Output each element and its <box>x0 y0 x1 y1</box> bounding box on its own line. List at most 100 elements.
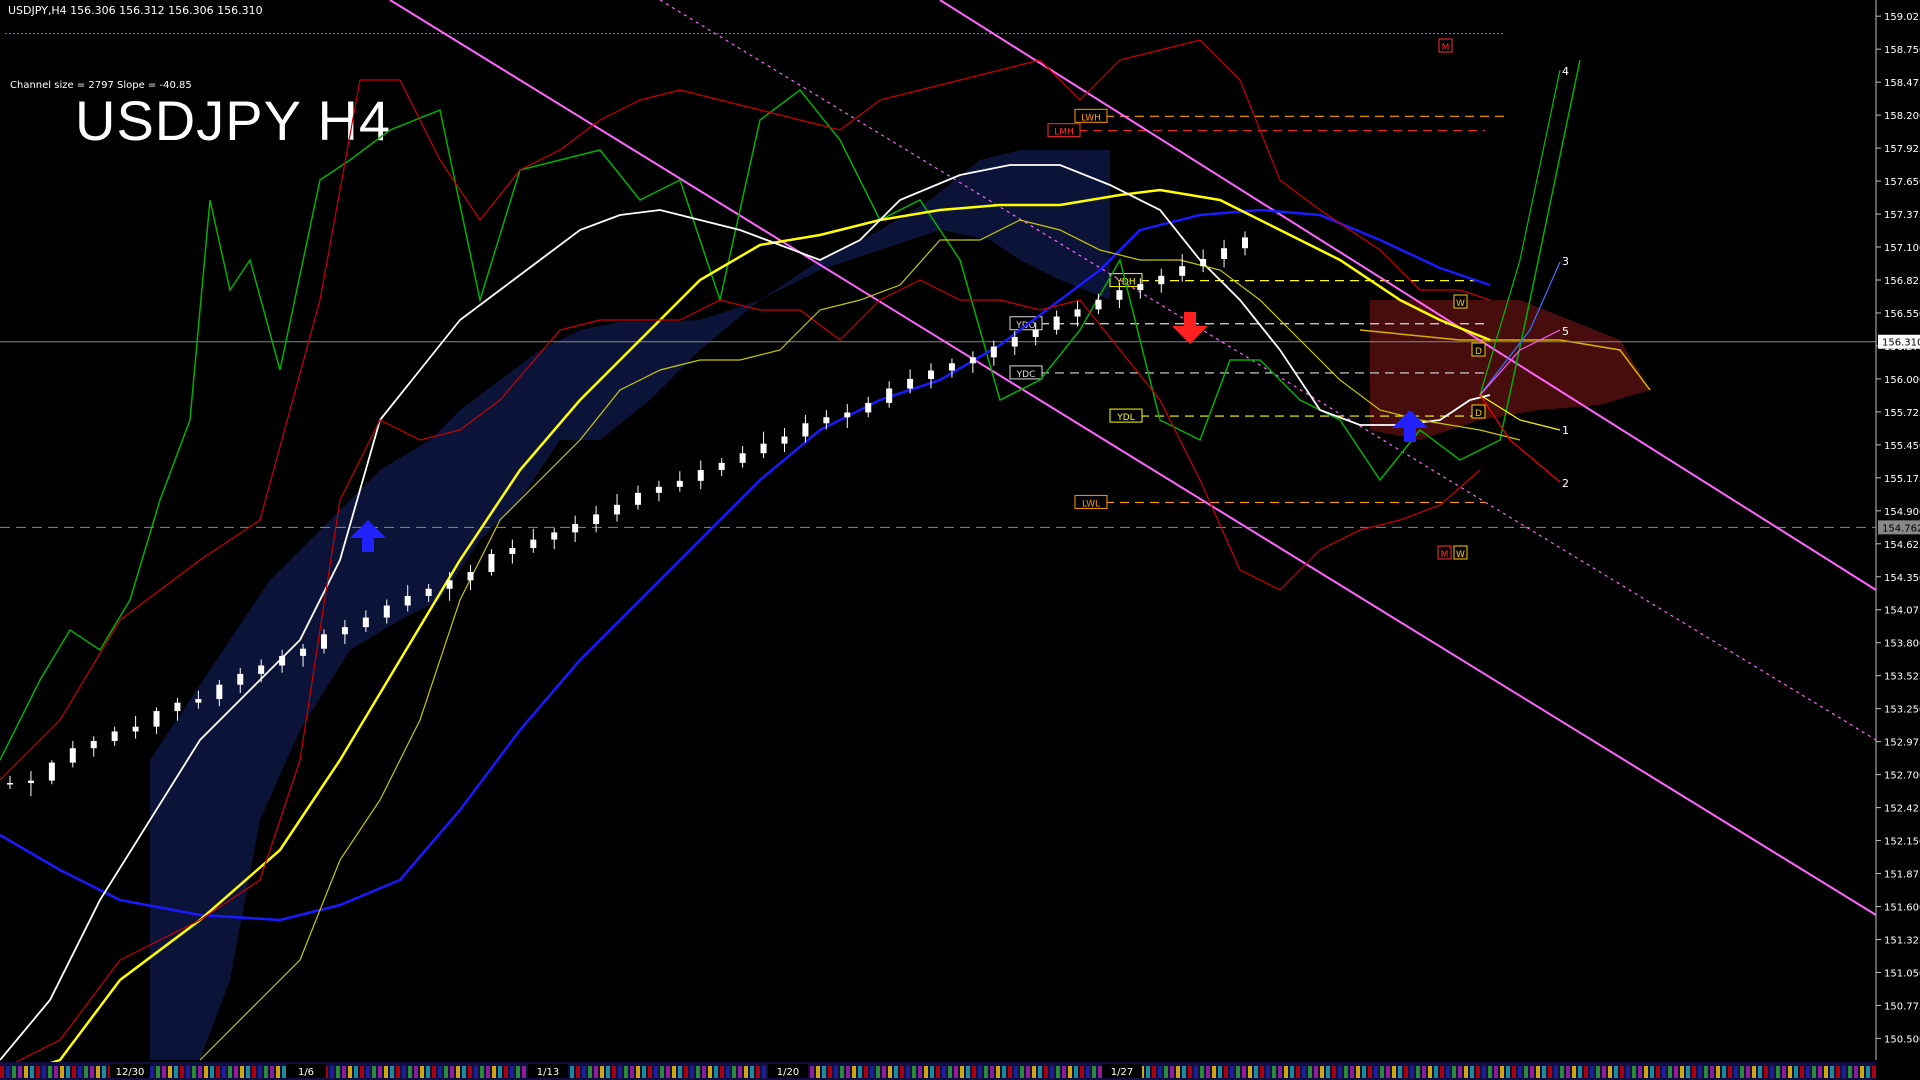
candle <box>153 707 160 734</box>
candle <box>1221 239 1228 268</box>
candle-body <box>865 402 872 413</box>
y-tick-label: 150.775 <box>1884 1001 1920 1012</box>
candle-body <box>1137 284 1144 291</box>
y-tick-label: 157.100 <box>1884 243 1920 254</box>
candle-body <box>1179 266 1186 276</box>
candle <box>132 715 139 739</box>
candle-body <box>1011 336 1018 347</box>
candle <box>27 771 34 797</box>
candle-body <box>362 617 369 628</box>
candle-body <box>802 423 809 437</box>
level-label-lwl: LWL <box>1082 499 1100 509</box>
candle-body <box>48 762 55 781</box>
candle-body <box>634 492 641 505</box>
marker-label: M <box>1442 43 1450 53</box>
x-tick-label: 12/30 <box>116 1067 145 1078</box>
candle-body <box>886 388 893 403</box>
candle-body <box>467 571 474 581</box>
candle-body <box>969 357 976 364</box>
y-tick-label: 157.375 <box>1884 210 1920 221</box>
candle <box>676 471 683 492</box>
candle <box>655 480 662 502</box>
y-tick-label: 152.975 <box>1884 738 1920 749</box>
candle <box>572 515 579 542</box>
x-tick-label: 1/20 <box>777 1067 799 1078</box>
candle-body <box>488 553 495 572</box>
candle <box>530 528 537 553</box>
candle <box>1095 293 1102 315</box>
candle-body <box>1053 316 1060 330</box>
y-tick-label: 157.650 <box>1884 177 1920 188</box>
candle-body <box>551 532 558 540</box>
candle <box>760 431 767 459</box>
ichimoku-cloud-bullish <box>150 150 1110 1060</box>
candle-body <box>1116 290 1123 300</box>
candle-body <box>572 524 579 533</box>
candle <box>781 428 788 453</box>
y-tick-label: 158.750 <box>1884 45 1920 56</box>
y-tick-label: 151.600 <box>1884 903 1920 914</box>
candle-body <box>928 370 935 379</box>
candle-body <box>655 486 662 493</box>
y-tick-label: 155.725 <box>1884 408 1920 419</box>
candle-body <box>341 627 348 635</box>
y-tick-label: 156.000 <box>1884 375 1920 386</box>
candle-body <box>948 363 955 371</box>
y-tick-label: 154.900 <box>1884 507 1920 518</box>
candle-body <box>132 726 139 732</box>
candle-body <box>1095 299 1102 310</box>
candle-body <box>279 655 286 666</box>
y-tick-label: 158.200 <box>1884 111 1920 122</box>
candle <box>1242 231 1248 256</box>
price-chart[interactable]: LWHLMHYDHYDOYDCYDLLWL43512MWDDMW159.0251… <box>0 0 1920 1080</box>
candle-body <box>530 539 537 548</box>
candle <box>1053 310 1060 335</box>
y-tick-label: 158.475 <box>1884 78 1920 89</box>
candle <box>7 775 13 790</box>
projection-label: 5 <box>1562 325 1569 338</box>
candle-body <box>593 514 600 525</box>
candle-body <box>990 346 997 358</box>
candle <box>1158 268 1165 293</box>
y-tick-label: 153.800 <box>1884 639 1920 650</box>
candle-body <box>69 748 76 763</box>
candle-body <box>1242 237 1248 249</box>
candle <box>802 414 809 443</box>
candle-body <box>258 665 265 674</box>
candle <box>111 726 118 746</box>
y-tick-label: 152.700 <box>1884 771 1920 782</box>
level-label-lmh: LMH <box>1054 128 1074 138</box>
projection-label: 3 <box>1562 255 1569 268</box>
candle <box>509 539 516 564</box>
candle-body <box>1032 329 1039 337</box>
candle-body <box>739 453 746 463</box>
candle-body <box>1221 248 1228 260</box>
candle-body <box>676 480 683 487</box>
candle <box>739 446 746 468</box>
x-tick-label: 1/27 <box>1111 1067 1133 1078</box>
marker-label: M <box>1441 550 1449 560</box>
y-tick-label: 152.425 <box>1884 804 1920 815</box>
candle <box>593 506 600 533</box>
candle <box>886 381 893 408</box>
candle-body <box>7 783 13 785</box>
candle-body <box>111 731 118 742</box>
candle-body <box>509 547 516 554</box>
candle-body <box>320 634 327 649</box>
candle-body <box>1158 275 1165 285</box>
candle-body <box>1074 309 1081 317</box>
y-tick-label: 153.525 <box>1884 672 1920 683</box>
regression-channel <box>389 0 1877 916</box>
y-tick-label: 151.875 <box>1884 870 1920 881</box>
y-tick-label: 155.450 <box>1884 441 1920 452</box>
candle <box>865 396 872 418</box>
candle <box>69 741 76 768</box>
candle-body <box>697 470 704 481</box>
candle-body <box>844 412 851 418</box>
candle <box>1074 300 1081 327</box>
y-tick-label: 159.025 <box>1884 12 1920 23</box>
candle-body <box>1200 259 1207 267</box>
candle <box>1200 249 1207 273</box>
x-tick-label: 1/6 <box>298 1067 314 1078</box>
marker-label: W <box>1456 550 1465 560</box>
